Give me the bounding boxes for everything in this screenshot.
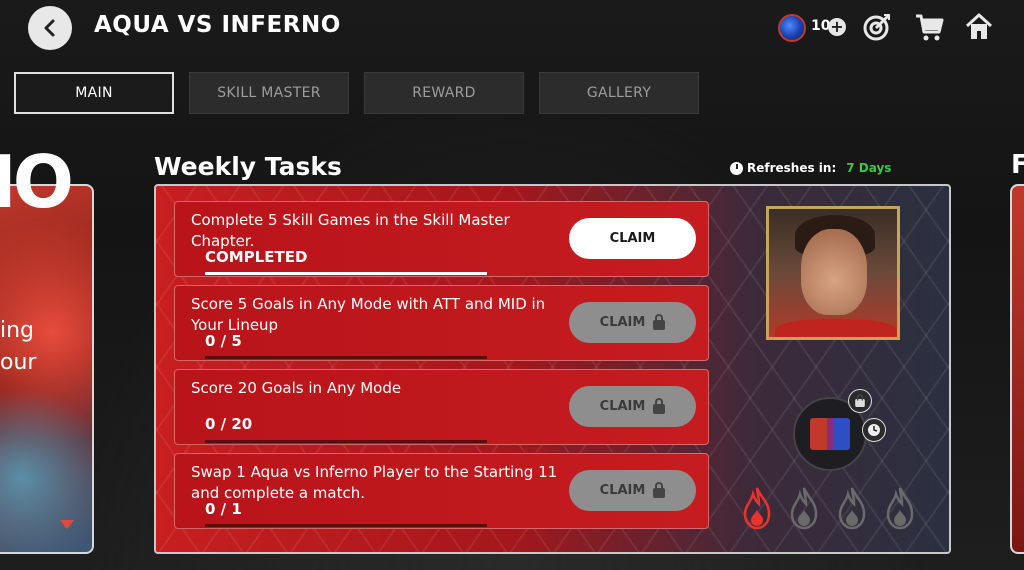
home-icon[interactable] — [964, 12, 994, 42]
task-progress-bar — [205, 272, 487, 275]
task-progress: 0 / 1 — [205, 500, 242, 518]
task-progress-bar — [205, 524, 487, 527]
task-description: Score 20 Goals in Any Mode — [191, 379, 402, 397]
task-item: Swap 1 Aqua vs Inferno Player to the Sta… — [174, 453, 709, 529]
player-card[interactable] — [766, 206, 900, 340]
tab-skill-master[interactable]: SKILL MASTER — [189, 72, 349, 114]
next-card-title: F — [1011, 150, 1024, 180]
lock-icon — [653, 481, 666, 498]
task-description: Complete 5 Skill Games in the Skill Mast… — [191, 211, 510, 250]
currency-coin-icon — [778, 14, 806, 42]
task-progress: COMPLETED — [205, 248, 308, 266]
claim-button[interactable]: CLAIM — [569, 218, 696, 259]
lock-icon — [653, 397, 666, 414]
task-progress-bar — [205, 356, 487, 359]
lock-icon — [848, 389, 872, 413]
gift-icon — [810, 418, 850, 450]
timer-icon — [730, 161, 743, 175]
chevron-left-icon — [44, 19, 55, 37]
refresh-value: 7 Days — [846, 161, 892, 175]
claim-label: CLAIM — [599, 399, 646, 414]
back-button[interactable] — [28, 6, 72, 50]
refresh-timer: Refreshes in: 7 Days — [730, 161, 891, 175]
task-progress-bar — [205, 440, 487, 443]
cart-icon[interactable] — [914, 12, 944, 42]
task-progress: 0 / 5 — [205, 332, 242, 350]
claim-button[interactable]: CLAIM — [569, 470, 696, 511]
task-description: Swap 1 Aqua vs Inferno Player to the Sta… — [191, 463, 558, 502]
claim-label: CLAIM — [609, 231, 656, 246]
tab-reward[interactable]: REWARD — [364, 72, 524, 114]
claim-label: CLAIM — [599, 483, 646, 498]
flame-icon — [790, 487, 818, 530]
lock-icon — [653, 313, 666, 330]
task-item: Complete 5 Skill Games in the Skill Mast… — [174, 201, 709, 277]
next-event-card[interactable] — [1010, 184, 1024, 554]
flame-icon — [743, 487, 771, 530]
task-item: Score 20 Goals in Any Mode 0 / 20 CLAIM — [174, 369, 709, 445]
task-description: Score 5 Goals in Any Mode with ATT and M… — [191, 295, 546, 334]
previous-card-text-line2: our — [0, 350, 37, 375]
claim-label: CLAIM — [599, 315, 646, 330]
claim-button[interactable]: CLAIM — [569, 386, 696, 427]
page-title: AQUA VS INFERNO — [94, 12, 341, 38]
tab-gallery[interactable]: GALLERY — [539, 72, 699, 114]
task-progress-fill — [205, 272, 487, 275]
flame-icon — [838, 487, 866, 530]
weekly-tasks-title: Weekly Tasks — [154, 152, 342, 181]
tab-main[interactable]: MAIN — [14, 72, 174, 114]
flame-icon — [886, 487, 914, 530]
caret-down-icon — [60, 520, 74, 529]
target-icon[interactable] — [862, 12, 892, 42]
player-face — [801, 229, 867, 315]
previous-card-text-line1: ing — [0, 318, 35, 343]
player-shirt — [775, 319, 897, 337]
add-currency-button[interactable]: + — [828, 18, 846, 36]
task-progress: 0 / 20 — [205, 415, 253, 433]
clock-icon — [862, 418, 886, 442]
task-item: Score 5 Goals in Any Mode with ATT and M… — [174, 285, 709, 361]
refresh-label: Refreshes in: — [747, 161, 837, 175]
previous-card-title: IO — [0, 140, 74, 224]
claim-button[interactable]: CLAIM — [569, 302, 696, 343]
